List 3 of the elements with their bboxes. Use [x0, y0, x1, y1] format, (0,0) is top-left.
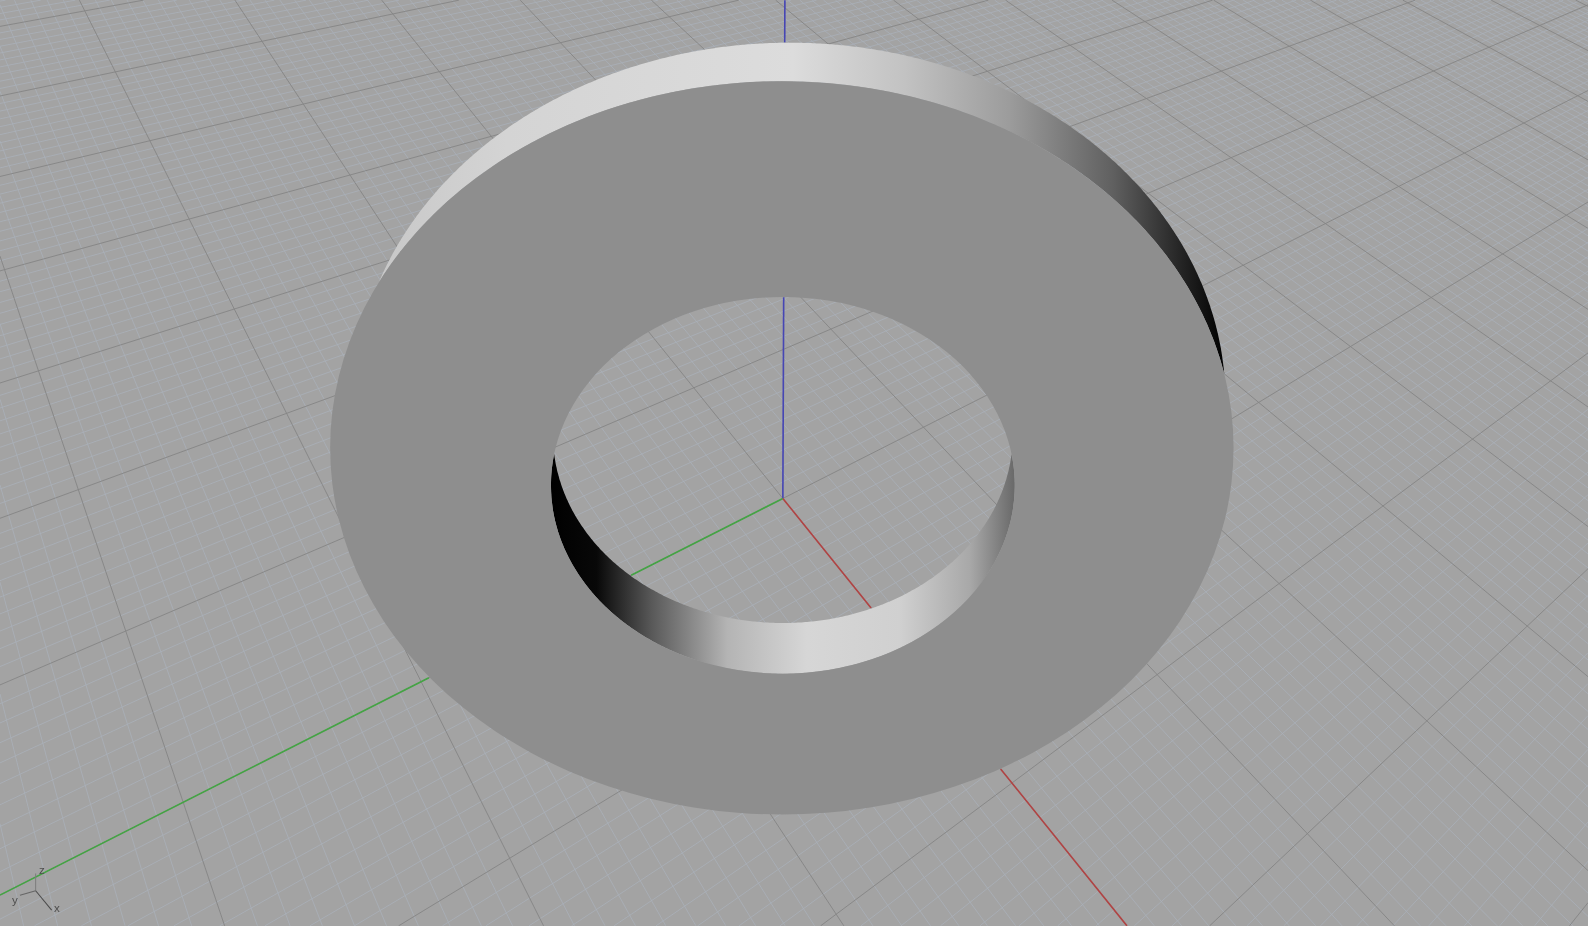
axis-label: x: [54, 900, 60, 914]
axis-label: y: [11, 893, 18, 907]
axes-icon: [19, 872, 53, 911]
